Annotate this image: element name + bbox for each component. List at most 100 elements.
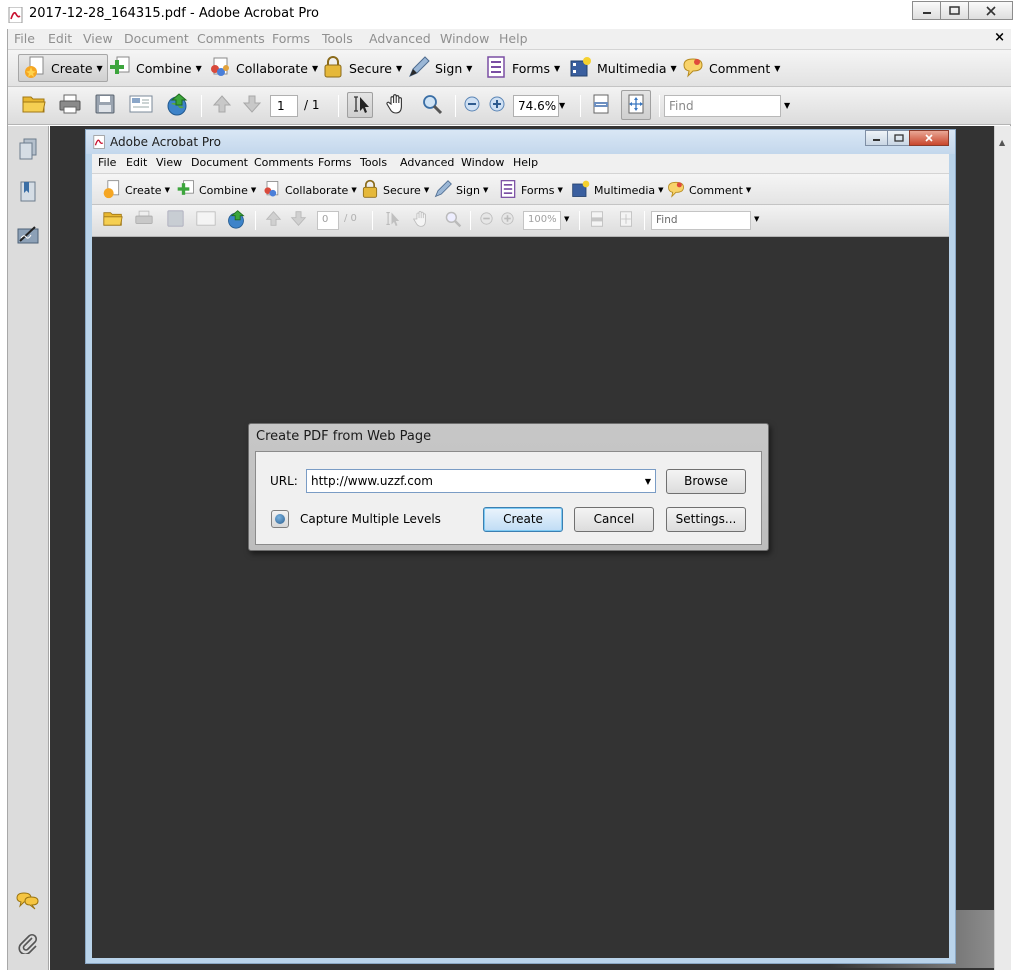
menu-help[interactable]: Help (499, 31, 528, 46)
inner-document-view[interactable] (92, 237, 949, 958)
zoom-dropdown-chevron-icon[interactable]: ▼ (559, 101, 565, 110)
url-dropdown-chevron-icon[interactable]: ▼ (645, 477, 651, 486)
inner-multimedia-button[interactable]: Multimedia ▼ (571, 178, 664, 202)
menu-edit[interactable]: Edit (48, 31, 72, 46)
inner-maximize-button[interactable] (887, 130, 910, 146)
scroll-up-icon[interactable]: ▲ (999, 138, 1005, 147)
combine-button[interactable]: Combine ▼ (108, 54, 202, 82)
inner-upload-share-button[interactable] (225, 209, 247, 231)
minimize-button[interactable] (912, 1, 941, 20)
inner-fit-width-button[interactable] (586, 209, 608, 231)
hand-tool-button[interactable] (383, 92, 409, 118)
inner-close-button[interactable] (909, 130, 949, 146)
menu-document[interactable]: Document (124, 31, 189, 46)
capture-multiple-levels-checkbox[interactable] (271, 510, 289, 528)
inner-sign-button[interactable]: Sign ▼ (433, 178, 488, 202)
pages-panel-button[interactable] (17, 138, 39, 162)
multimedia-button[interactable]: Multimedia ▼ (569, 54, 677, 82)
menu-file[interactable]: File (14, 31, 35, 46)
inner-menu-file[interactable]: File (98, 156, 116, 169)
zoom-out-button[interactable] (459, 92, 485, 118)
secure-button[interactable]: Secure ▼ (321, 54, 402, 82)
email-button[interactable] (128, 92, 154, 118)
find-dropdown-chevron-icon[interactable]: ▼ (784, 101, 790, 110)
inner-collaborate-button[interactable]: Collaborate ▼ (262, 178, 357, 202)
inner-select-tool-button[interactable] (380, 209, 402, 231)
toolbar-separator (580, 95, 581, 117)
inner-zoom-in-button[interactable] (496, 209, 518, 231)
vertical-scrollbar[interactable]: ▲ (994, 126, 1011, 970)
next-page-button[interactable] (239, 92, 265, 118)
inner-menu-help[interactable]: Help (513, 156, 538, 169)
open-folder-button[interactable] (21, 92, 47, 118)
menu-forms[interactable]: Forms (272, 31, 310, 46)
inner-minimize-button[interactable] (865, 130, 888, 146)
forms-button[interactable]: Forms ▼ (484, 54, 560, 82)
close-document-button[interactable]: × (994, 30, 1005, 45)
inner-menu-window[interactable]: Window (461, 156, 504, 169)
inner-open-folder-button[interactable] (102, 209, 124, 231)
select-tool-button[interactable] (347, 92, 373, 118)
close-window-button[interactable] (968, 1, 1013, 20)
inner-page-number-input[interactable]: 0 (317, 211, 339, 230)
menu-comments[interactable]: Comments (197, 31, 265, 46)
menu-tools[interactable]: Tools (322, 31, 353, 46)
inner-menu-document[interactable]: Document (191, 156, 248, 169)
find-input[interactable]: Find (664, 95, 781, 117)
inner-secure-button[interactable]: Secure ▼ (360, 178, 429, 202)
inner-menu-comments[interactable]: Comments (254, 156, 314, 169)
previous-page-button[interactable] (209, 92, 235, 118)
fit-page-button[interactable] (621, 90, 651, 120)
forms-icon (498, 179, 518, 202)
create-button-dialog[interactable]: Create (483, 507, 563, 532)
inner-forms-button[interactable]: Forms ▼ (498, 178, 563, 202)
save-button[interactable] (92, 92, 118, 118)
inner-email-button[interactable] (195, 209, 217, 231)
menu-window[interactable]: Window (440, 31, 489, 46)
inner-create-button[interactable]: Create ▼ (102, 178, 170, 202)
cancel-button[interactable]: Cancel (574, 507, 654, 532)
zoom-in-button[interactable] (484, 92, 510, 118)
inner-menu-tools[interactable]: Tools (360, 156, 387, 169)
comments-panel-button[interactable] (16, 890, 39, 914)
signatures-panel-button[interactable] (17, 224, 39, 248)
inner-zoom-dropdown-chevron-icon[interactable]: ▼ (564, 215, 569, 223)
inner-fit-page-button[interactable] (615, 209, 637, 231)
inner-marquee-zoom-button[interactable] (442, 209, 464, 231)
url-combobox[interactable]: http://www.uzzf.com ▼ (306, 469, 656, 493)
comment-button[interactable]: Comment ▼ (681, 54, 780, 82)
inner-print-button[interactable] (133, 209, 155, 231)
sign-button[interactable]: Sign ▼ (407, 54, 472, 82)
inner-menu-edit[interactable]: Edit (126, 156, 147, 169)
browse-button[interactable]: Browse (666, 469, 746, 494)
inner-combine-button[interactable]: Combine ▼ (176, 178, 256, 202)
inner-hand-tool-button[interactable] (410, 209, 432, 231)
inner-previous-page-button[interactable] (262, 209, 284, 231)
inner-zoom-level-input[interactable]: 100% (523, 211, 561, 230)
url-input[interactable]: http://www.uzzf.com (311, 474, 433, 488)
collaborate-button[interactable]: Collaborate ▼ (208, 54, 318, 82)
inner-menu-advanced[interactable]: Advanced (400, 156, 454, 169)
inner-find-input[interactable]: Find (651, 211, 751, 230)
inner-menu-view[interactable]: View (156, 156, 182, 169)
upload-share-button[interactable] (164, 92, 190, 118)
bookmarks-panel-button[interactable] (17, 181, 39, 205)
marquee-zoom-button[interactable] (419, 92, 445, 118)
inner-menu-forms[interactable]: Forms (318, 156, 351, 169)
inner-next-page-button[interactable] (287, 209, 309, 231)
menu-advanced[interactable]: Advanced (369, 31, 431, 46)
maximize-button[interactable] (940, 1, 969, 20)
attachments-panel-button[interactable] (17, 932, 39, 956)
fit-width-button[interactable] (588, 92, 614, 118)
inner-find-dropdown-chevron-icon[interactable]: ▼ (754, 215, 759, 223)
settings-button[interactable]: Settings... (666, 507, 746, 532)
create-button[interactable]: Create ▼ (18, 54, 108, 82)
zoom-level-input[interactable]: 74.6% (513, 95, 559, 117)
toolbar-separator (644, 211, 645, 230)
inner-zoom-out-button[interactable] (475, 209, 497, 231)
page-number-input[interactable]: 1 (270, 95, 298, 117)
inner-save-button[interactable] (164, 209, 186, 231)
inner-comment-button[interactable]: Comment ▼ (666, 178, 751, 202)
menu-view[interactable]: View (83, 31, 113, 46)
print-button[interactable] (57, 92, 83, 118)
